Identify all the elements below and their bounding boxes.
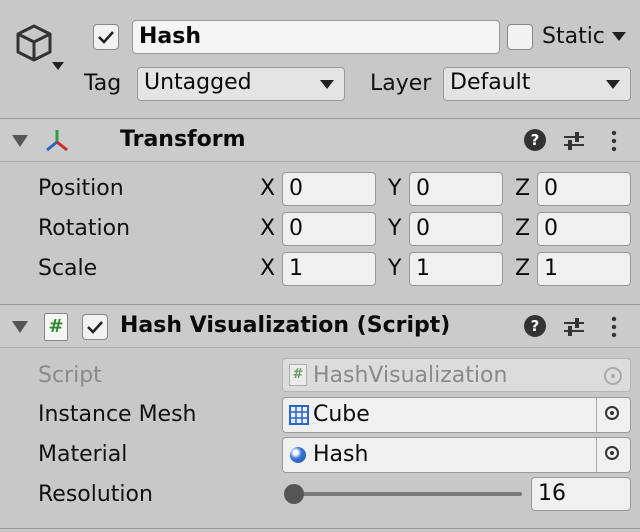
rotation-z-field[interactable]: 0 [537, 212, 631, 246]
tag-dropdown[interactable]: Untagged [137, 67, 345, 101]
tag-value: Untagged [144, 70, 252, 95]
instance-mesh-label: Instance Mesh [38, 402, 197, 427]
script-hash-icon: # [289, 364, 307, 386]
gameobject-icon[interactable] [12, 22, 68, 74]
scale-z-field[interactable]: 1 [537, 252, 631, 286]
layer-label: Layer [370, 71, 432, 96]
preset-sliders-icon[interactable] [562, 315, 586, 339]
axis-z-label[interactable]: Z [515, 175, 530, 203]
foldout-arrow-icon[interactable] [12, 135, 28, 147]
script-component-title: Hash Visualization (Script) [120, 313, 451, 338]
resolution-label: Resolution [38, 482, 153, 507]
scale-x-field[interactable]: 1 [282, 252, 376, 286]
active-checkbox[interactable] [93, 24, 119, 50]
foldout-arrow-icon[interactable] [12, 321, 28, 333]
axis-y-label[interactable]: Y [388, 255, 401, 283]
more-vert-icon[interactable] [609, 129, 619, 153]
material-value: Hash [313, 442, 369, 467]
position-y-field[interactable]: 0 [409, 172, 503, 206]
script-field: # HashVisualization [282, 358, 631, 392]
checkmark-icon [98, 31, 114, 44]
axis-y-label[interactable]: Y [388, 215, 401, 243]
chevron-down-icon [320, 80, 334, 89]
transform-header[interactable]: Transform ? [0, 118, 640, 162]
object-picker-icon [604, 367, 622, 385]
axis-x-label[interactable]: X [260, 255, 275, 283]
script-enabled-checkbox[interactable] [82, 314, 108, 340]
instance-mesh-value: Cube [313, 402, 370, 427]
rotation-label: Rotation [38, 216, 131, 241]
rotation-y-field[interactable]: 0 [409, 212, 503, 246]
axis-x-label[interactable]: X [260, 215, 275, 243]
chevron-down-icon [606, 80, 620, 89]
instance-mesh-field[interactable]: Cube [282, 397, 631, 433]
script-hash-icon: # [44, 313, 68, 341]
static-label: Static [542, 24, 605, 49]
material-label: Material [38, 442, 128, 467]
script-label: Script [38, 363, 102, 388]
help-icon[interactable]: ? [524, 129, 546, 151]
material-sphere-icon [290, 447, 306, 463]
position-label: Position [38, 176, 124, 201]
script-value: HashVisualization [313, 363, 508, 388]
static-dropdown-caret[interactable] [612, 32, 626, 41]
layer-value: Default [450, 70, 531, 95]
axis-z-label[interactable]: Z [515, 215, 530, 243]
cube-icon [16, 24, 52, 62]
more-vert-icon[interactable] [609, 315, 619, 339]
chevron-down-icon [52, 62, 64, 70]
layer-dropdown[interactable]: Default [443, 67, 631, 101]
scale-y-field[interactable]: 1 [409, 252, 503, 286]
resolution-slider-thumb[interactable] [284, 484, 304, 504]
preset-sliders-icon[interactable] [562, 129, 586, 153]
script-component-header[interactable]: # Hash Visualization (Script) ? [0, 304, 640, 348]
axis-y-label[interactable]: Y [388, 175, 401, 203]
material-field[interactable]: Hash [282, 437, 631, 473]
axis-x-label[interactable]: X [260, 175, 275, 203]
object-picker-icon[interactable] [596, 438, 630, 472]
resolution-slider-track[interactable] [290, 492, 522, 496]
name-field[interactable]: Hash [132, 20, 500, 54]
resolution-field[interactable]: 16 [531, 477, 631, 511]
position-z-field[interactable]: 0 [537, 172, 631, 206]
help-icon[interactable]: ? [524, 315, 546, 337]
transform-title: Transform [120, 127, 246, 152]
position-x-field[interactable]: 0 [282, 172, 376, 206]
axis-z-label[interactable]: Z [515, 255, 530, 283]
bottom-divider [0, 528, 640, 529]
rotation-x-field[interactable]: 0 [282, 212, 376, 246]
static-checkbox[interactable] [507, 24, 533, 50]
scale-label: Scale [38, 256, 98, 281]
transform-axes-icon [46, 130, 68, 152]
checkmark-icon [87, 321, 103, 334]
object-picker-icon[interactable] [596, 398, 630, 432]
tag-label: Tag [84, 71, 122, 96]
mesh-grid-icon [289, 405, 309, 425]
